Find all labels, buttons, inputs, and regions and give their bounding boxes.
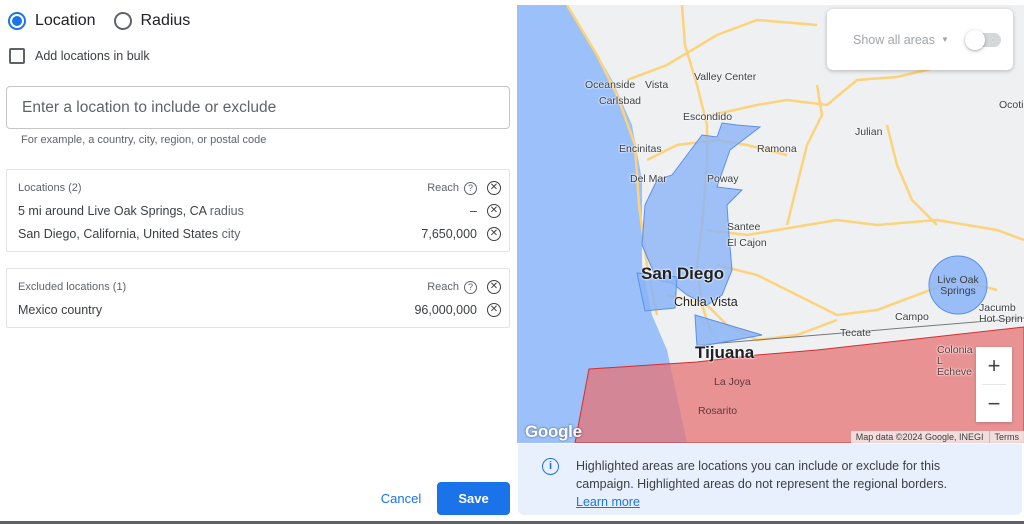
place-label: Jacumb Hot Sprin [979, 302, 1023, 325]
place-label: Escondido [683, 111, 733, 123]
bulk-option: Add locations in bulk [9, 48, 150, 64]
map-attribution: Map data ©2024 Google, INEGI Terms [850, 431, 1024, 443]
reach-label: Reach [427, 281, 459, 293]
cancel-button[interactable]: Cancel [372, 482, 430, 514]
save-button[interactable]: Save [437, 482, 510, 515]
show-all-areas-dropdown[interactable]: Show all areas [853, 33, 935, 47]
remove-all-included-icon[interactable]: ✕ [487, 181, 501, 195]
place-label: Del Mar [630, 173, 667, 185]
bulk-checkbox[interactable] [9, 48, 25, 64]
included-locations-card: Locations (2) Reach ? ✕ 5 mi around Live… [6, 169, 510, 252]
location-name: San Diego, California, United States cit… [18, 227, 241, 241]
reach-header: Reach ? [427, 181, 477, 195]
location-radio[interactable] [8, 12, 26, 30]
location-search-box [6, 86, 510, 129]
map-zoom-control: + − [976, 347, 1012, 422]
terms-link[interactable]: Terms [988, 431, 1024, 443]
place-label: Chula Vista [674, 295, 738, 309]
map-view[interactable]: Oceanside Vista Carlsbad Valley Center E… [517, 5, 1024, 443]
caret-down-icon[interactable]: ▼ [941, 35, 949, 44]
reach-header: Reach ? [427, 280, 477, 294]
place-label-major: San Diego [641, 264, 725, 283]
excluded-location-row: Mexico country 96,000,000 ✕ [18, 300, 501, 320]
location-reach: 7,650,000 [421, 227, 477, 241]
place-label: Julian [855, 126, 883, 138]
learn-more-link[interactable]: Learn more [576, 495, 640, 509]
place-label: Campo [895, 311, 929, 323]
zoom-out-button[interactable]: − [976, 385, 1012, 422]
place-label: Ramona [757, 143, 797, 155]
excluded-header-row: Excluded locations (1) Reach ? ✕ [18, 277, 501, 297]
zoom-in-button[interactable]: + [976, 347, 1012, 384]
location-name: 5 mi around Live Oak Springs, CA radius [18, 204, 244, 218]
place-label: Rosarito [698, 405, 738, 417]
reach-label: Reach [427, 182, 459, 194]
place-label: Colonia L Echeve [937, 344, 973, 378]
remove-location-icon[interactable]: ✕ [487, 227, 501, 241]
remove-all-excluded-icon[interactable]: ✕ [487, 280, 501, 294]
info-banner: i Highlighted areas are locations you ca… [518, 444, 1022, 515]
search-hint: For example, a country, city, region, or… [21, 134, 267, 146]
radius-radio[interactable] [113, 12, 132, 30]
location-reach: 96,000,000 [414, 303, 477, 317]
place-label: Santee [727, 221, 761, 233]
included-header-row: Locations (2) Reach ? ✕ [18, 178, 501, 198]
place-label: Tecate [840, 327, 871, 339]
help-icon[interactable]: ? [464, 181, 477, 195]
included-header: Locations (2) [18, 182, 82, 194]
show-all-areas-control: Show all areas ▼ [827, 9, 1013, 70]
place-label: El Cajon [727, 237, 767, 249]
place-label: Ocotill [999, 99, 1024, 111]
location-name: Mexico country [18, 303, 103, 317]
remove-location-icon[interactable]: ✕ [487, 303, 501, 317]
place-label: Poway [707, 173, 739, 185]
location-radio-label[interactable]: Location [35, 12, 96, 30]
info-text: Highlighted areas are locations you can … [576, 457, 996, 511]
place-label: Vista [645, 79, 669, 91]
google-logo: Google [525, 422, 582, 441]
radius-radio-label[interactable]: Radius [141, 12, 191, 30]
radius-label: Live Oak Springs [937, 274, 979, 297]
info-icon: i [542, 458, 559, 475]
location-targeting-panel: Location Radius Add locations in bulk Fo… [0, 0, 516, 524]
targeting-mode-group: Location Radius [8, 12, 208, 30]
location-search-input[interactable] [22, 98, 509, 117]
info-message: Highlighted areas are locations you can … [576, 459, 948, 491]
place-label: Encinitas [619, 143, 662, 155]
remove-location-icon[interactable]: ✕ [487, 204, 501, 218]
attribution-text: Map data ©2024 Google, INEGI [855, 432, 984, 442]
excluded-locations-card: Excluded locations (1) Reach ? ✕ Mexico … [6, 268, 510, 328]
place-label: La Joya [714, 376, 751, 388]
help-icon[interactable]: ? [464, 280, 477, 294]
place-label: Carlsbad [599, 95, 642, 107]
bulk-checkbox-label[interactable]: Add locations in bulk [35, 49, 150, 63]
excluded-header: Excluded locations (1) [18, 281, 127, 293]
place-label-major: Tijuana [695, 343, 755, 362]
location-row: 5 mi around Live Oak Springs, CA radius … [18, 201, 501, 221]
show-all-areas-toggle[interactable] [964, 29, 1001, 50]
place-label: Valley Center [694, 71, 757, 83]
location-reach: – [470, 204, 477, 218]
location-row: San Diego, California, United States cit… [18, 224, 501, 244]
place-label: Oceanside [585, 79, 636, 91]
